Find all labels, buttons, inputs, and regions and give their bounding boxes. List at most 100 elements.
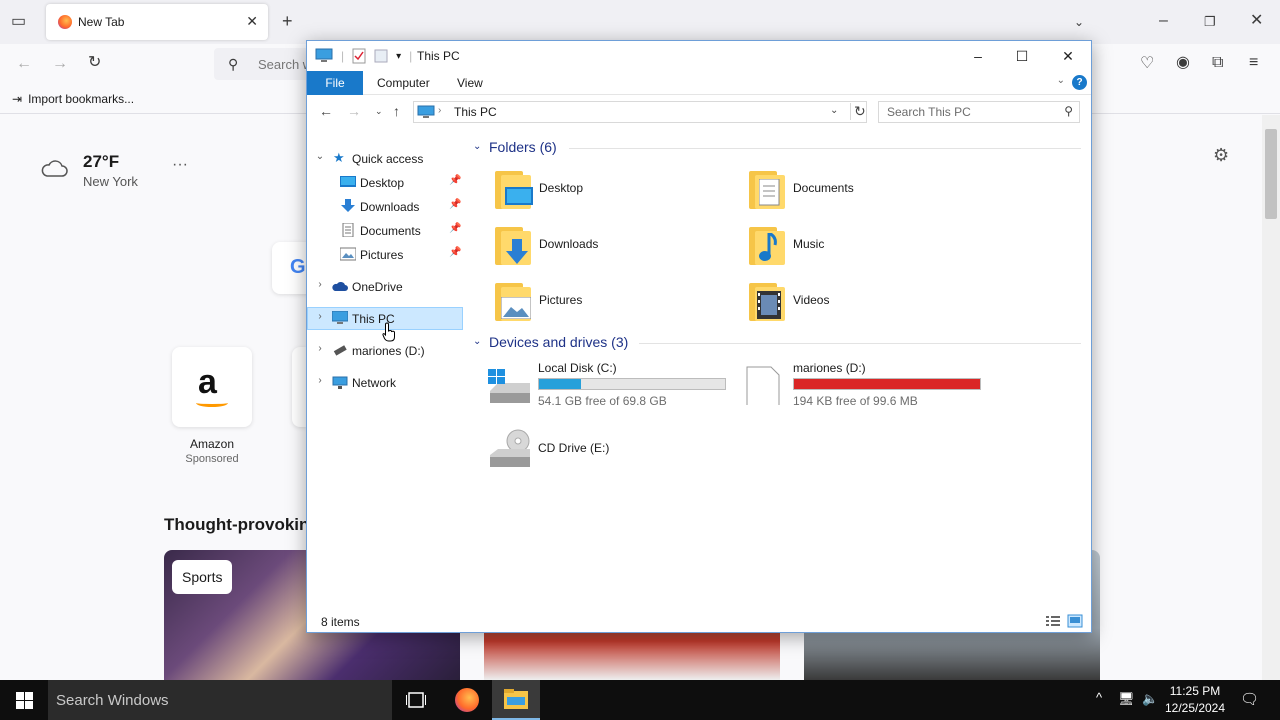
browser-tab-new-tab[interactable]: New Tab ✕	[46, 4, 268, 40]
folder-tile-downloads[interactable]: Downloads	[489, 223, 729, 271]
search-icon: ⚲	[228, 56, 239, 72]
nav-onedrive[interactable]: › OneDrive	[307, 275, 463, 298]
drive-tile-cd-e[interactable]: CD Drive (E:)	[488, 425, 738, 473]
shortcut-tile[interactable]	[292, 347, 306, 427]
minimize-button[interactable]: –	[955, 41, 1001, 71]
forward-arrow-icon[interactable]: →	[347, 103, 361, 119]
start-button[interactable]	[0, 680, 48, 720]
tab-close-icon[interactable]: ✕	[246, 13, 258, 30]
drive-tile-mariones-d[interactable]: mariones (D:) 194 KB free of 99.6 MB	[743, 361, 993, 409]
maximize-button[interactable]: ☐	[999, 41, 1045, 71]
nav-item-desktop[interactable]: Desktop 📌	[307, 171, 463, 194]
drive-free-space: 194 KB free of 99.6 MB	[793, 394, 918, 408]
folder-tile-pictures[interactable]: Pictures	[489, 279, 729, 327]
expanded-chevron-icon[interactable]: ⌄	[315, 151, 325, 162]
forward-arrow-icon[interactable]: →	[52, 56, 68, 72]
browser-close-icon[interactable]: ✕	[1250, 13, 1263, 29]
nav-item-pictures[interactable]: Pictures 📌	[307, 243, 463, 266]
drive-usage-fill	[794, 379, 980, 389]
address-dropdown-chevron-icon[interactable]: ⌄	[830, 105, 838, 116]
properties-icon[interactable]	[352, 48, 366, 64]
group-collapse-chevron-icon[interactable]: ⌄	[473, 141, 481, 152]
usb-drive-icon	[333, 345, 347, 356]
pin-icon[interactable]: 📌	[449, 199, 461, 210]
folder-tile-videos[interactable]: Videos	[743, 279, 983, 327]
recent-locations-chevron-icon[interactable]: ⌄	[375, 106, 383, 117]
search-input[interactable]: Search This PC ⚲	[878, 101, 1080, 123]
nav-item-downloads[interactable]: Downloads 📌	[307, 195, 463, 218]
toolbar-separator: |	[341, 49, 345, 63]
ribbon-tab-file[interactable]: File	[307, 71, 363, 95]
import-icon: ⇥	[12, 92, 23, 106]
drive-tile-local-disk-c[interactable]: Local Disk (C:) 54.1 GB free of 69.8 GB	[488, 361, 738, 409]
drive-free-space: 54.1 GB free of 69.8 GB	[538, 394, 667, 408]
pin-icon[interactable]: 📌	[449, 223, 461, 234]
collapsed-chevron-icon[interactable]: ›	[315, 279, 325, 290]
breadcrumb-this-pc[interactable]: This PC	[454, 105, 497, 119]
reload-icon[interactable]: ↻	[88, 55, 101, 71]
nav-usb-drive[interactable]: › mariones (D:)	[307, 339, 463, 362]
collapsed-chevron-icon[interactable]: ›	[315, 375, 325, 386]
folder-tile-desktop[interactable]: Desktop	[489, 167, 729, 215]
task-view-button[interactable]	[392, 680, 440, 720]
folders-group-header[interactable]: ⌄ Folders (6)	[473, 139, 1085, 159]
folder-tile-music[interactable]: Music	[743, 223, 983, 271]
pocket-icon[interactable]: ♡	[1140, 56, 1154, 72]
shortcut-amazon[interactable]: a	[172, 347, 252, 427]
group-collapse-chevron-icon[interactable]: ⌄	[473, 336, 481, 347]
taskbar-file-explorer[interactable]	[492, 680, 540, 720]
browser-restore-icon[interactable]: ❐	[1204, 14, 1216, 30]
nav-label: Downloads	[360, 200, 420, 214]
customize-toolbar-chevron-icon[interactable]: ▾	[396, 51, 401, 62]
help-icon[interactable]: ?	[1072, 75, 1087, 90]
large-icons-view-icon[interactable]	[1067, 614, 1083, 628]
new-folder-icon[interactable]	[374, 48, 388, 64]
collapsed-chevron-icon[interactable]: ›	[315, 311, 325, 322]
nav-label: Network	[352, 376, 397, 390]
ribbon-tab-computer[interactable]: Computer	[377, 71, 430, 95]
downloads-folder-icon	[489, 223, 533, 267]
url-bar[interactable]: ⚲ Search w	[214, 48, 314, 80]
collapsed-chevron-icon[interactable]: ›	[315, 343, 325, 354]
refresh-icon[interactable]: ↻	[850, 103, 866, 120]
browser-minimize-icon[interactable]: –	[1159, 13, 1168, 29]
nav-quick-access[interactable]: ⌄ ★ Quick access	[307, 147, 463, 170]
pin-icon[interactable]: 📌	[449, 247, 461, 258]
taskbar-search-input[interactable]: Search Windows	[48, 680, 392, 720]
import-bookmarks-label: Import bookmarks...	[28, 92, 135, 106]
back-arrow-icon[interactable]: ←	[16, 56, 32, 72]
taskbar-firefox[interactable]	[443, 680, 491, 720]
import-bookmarks-link[interactable]: ⇥ Import bookmarks...	[12, 92, 134, 106]
notifications-icon[interactable]: 🗨	[1240, 690, 1259, 720]
weather-more-icon[interactable]: ···	[172, 156, 188, 174]
nav-item-documents[interactable]: Documents 📌	[307, 219, 463, 242]
menu-hamburger-icon[interactable]: ≡	[1249, 55, 1258, 71]
close-button[interactable]: ✕	[1045, 41, 1091, 71]
back-arrow-icon[interactable]: ←	[319, 103, 333, 119]
network-status-icon[interactable]: 🖥	[1118, 691, 1135, 720]
tab-list-icon[interactable]: ▭	[11, 14, 26, 30]
page-scrollbar[interactable]	[1262, 115, 1280, 680]
ribbon-expand-chevron-icon[interactable]: ⌄	[1057, 75, 1065, 86]
new-tab-plus-icon[interactable]: +	[282, 12, 293, 30]
shortcut-sponsored-label: Sponsored	[185, 453, 239, 465]
show-hidden-icons-chevron-icon[interactable]: ^	[1096, 690, 1102, 720]
scrollbar-thumb[interactable]	[1265, 129, 1277, 219]
volume-muted-icon[interactable]: 🔈	[1142, 691, 1158, 720]
tab-overflow-chevron-icon[interactable]: ⌄	[1074, 14, 1084, 30]
up-arrow-icon[interactable]: ↑	[393, 103, 400, 119]
group-divider	[639, 343, 1081, 344]
breadcrumb-chevron-icon[interactable]: ›	[438, 105, 441, 116]
system-clock[interactable]: 11:25 PM 12/25/2024	[1160, 683, 1230, 717]
explorer-title-bar[interactable]: | ▾ | This PC – ☐ ✕	[307, 41, 1091, 71]
devices-group-header[interactable]: ⌄ Devices and drives (3)	[473, 334, 1085, 354]
ribbon-tab-view[interactable]: View	[457, 71, 483, 95]
account-icon[interactable]: ◉	[1176, 55, 1190, 71]
address-bar[interactable]: › This PC ⌄ ↻	[413, 101, 867, 123]
customize-gear-icon[interactable]: ⚙	[1213, 145, 1229, 166]
pin-icon[interactable]: 📌	[449, 175, 461, 186]
folder-tile-documents[interactable]: Documents	[743, 167, 983, 215]
extensions-icon[interactable]: ⧉	[1212, 55, 1223, 71]
nav-network[interactable]: › Network	[307, 371, 463, 394]
details-view-icon[interactable]	[1045, 614, 1061, 628]
